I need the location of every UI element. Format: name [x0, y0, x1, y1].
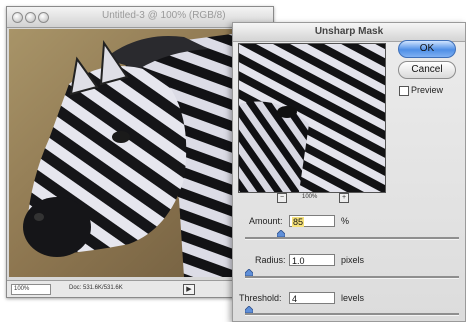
ok-button[interactable]: OK	[398, 40, 456, 58]
dialog-title: Unsharp Mask	[314, 26, 384, 37]
threshold-slider-thumb[interactable]	[245, 306, 254, 313]
cancel-button[interactable]: Cancel	[398, 61, 456, 79]
image-canvas[interactable]	[9, 29, 269, 277]
zebra-photo	[9, 29, 269, 277]
zebra-preview-image	[239, 44, 385, 192]
document-title: Untitled-3 @ 100% (RGB/8)	[102, 10, 226, 21]
close-window-icon[interactable]	[12, 12, 23, 23]
radius-unit: pixels	[341, 255, 365, 265]
threshold-slider-track[interactable]	[245, 313, 459, 316]
amount-unit: %	[341, 216, 350, 226]
zoom-window-icon[interactable]	[38, 12, 49, 23]
zoom-out-icon[interactable]: −	[277, 193, 287, 203]
filter-preview-window[interactable]	[238, 43, 386, 193]
threshold-input[interactable]: 4	[289, 292, 335, 304]
amount-slider-track[interactable]	[245, 237, 459, 240]
amount-label: Amount:	[249, 216, 283, 226]
radius-label: Radius:	[255, 255, 286, 265]
preview-checkbox-label: Preview	[411, 85, 444, 95]
status-menu-arrow-icon[interactable]: ▶	[183, 284, 195, 295]
radius-slider-track[interactable]	[245, 276, 459, 279]
radius-slider-thumb[interactable]	[245, 269, 254, 276]
amount-slider-thumb[interactable]	[277, 230, 286, 237]
preview-zoom-level: 100%	[302, 194, 318, 200]
zoom-in-icon[interactable]: +	[339, 193, 349, 203]
threshold-unit: levels	[341, 293, 365, 303]
zoom-level-field[interactable]: 100%	[11, 284, 51, 295]
minimize-window-icon[interactable]	[25, 12, 36, 23]
unsharp-mask-dialog: Unsharp Mask − 100% + OK Cancel Preview …	[232, 22, 466, 322]
amount-value: 85	[292, 217, 305, 227]
threshold-label: Threshold:	[239, 293, 282, 303]
preview-checkbox[interactable]	[399, 86, 409, 96]
amount-input[interactable]: 85	[289, 215, 335, 227]
radius-input[interactable]: 1.0	[289, 254, 335, 266]
document-size-info: Doc: 531.6K/531.6K	[69, 285, 123, 291]
